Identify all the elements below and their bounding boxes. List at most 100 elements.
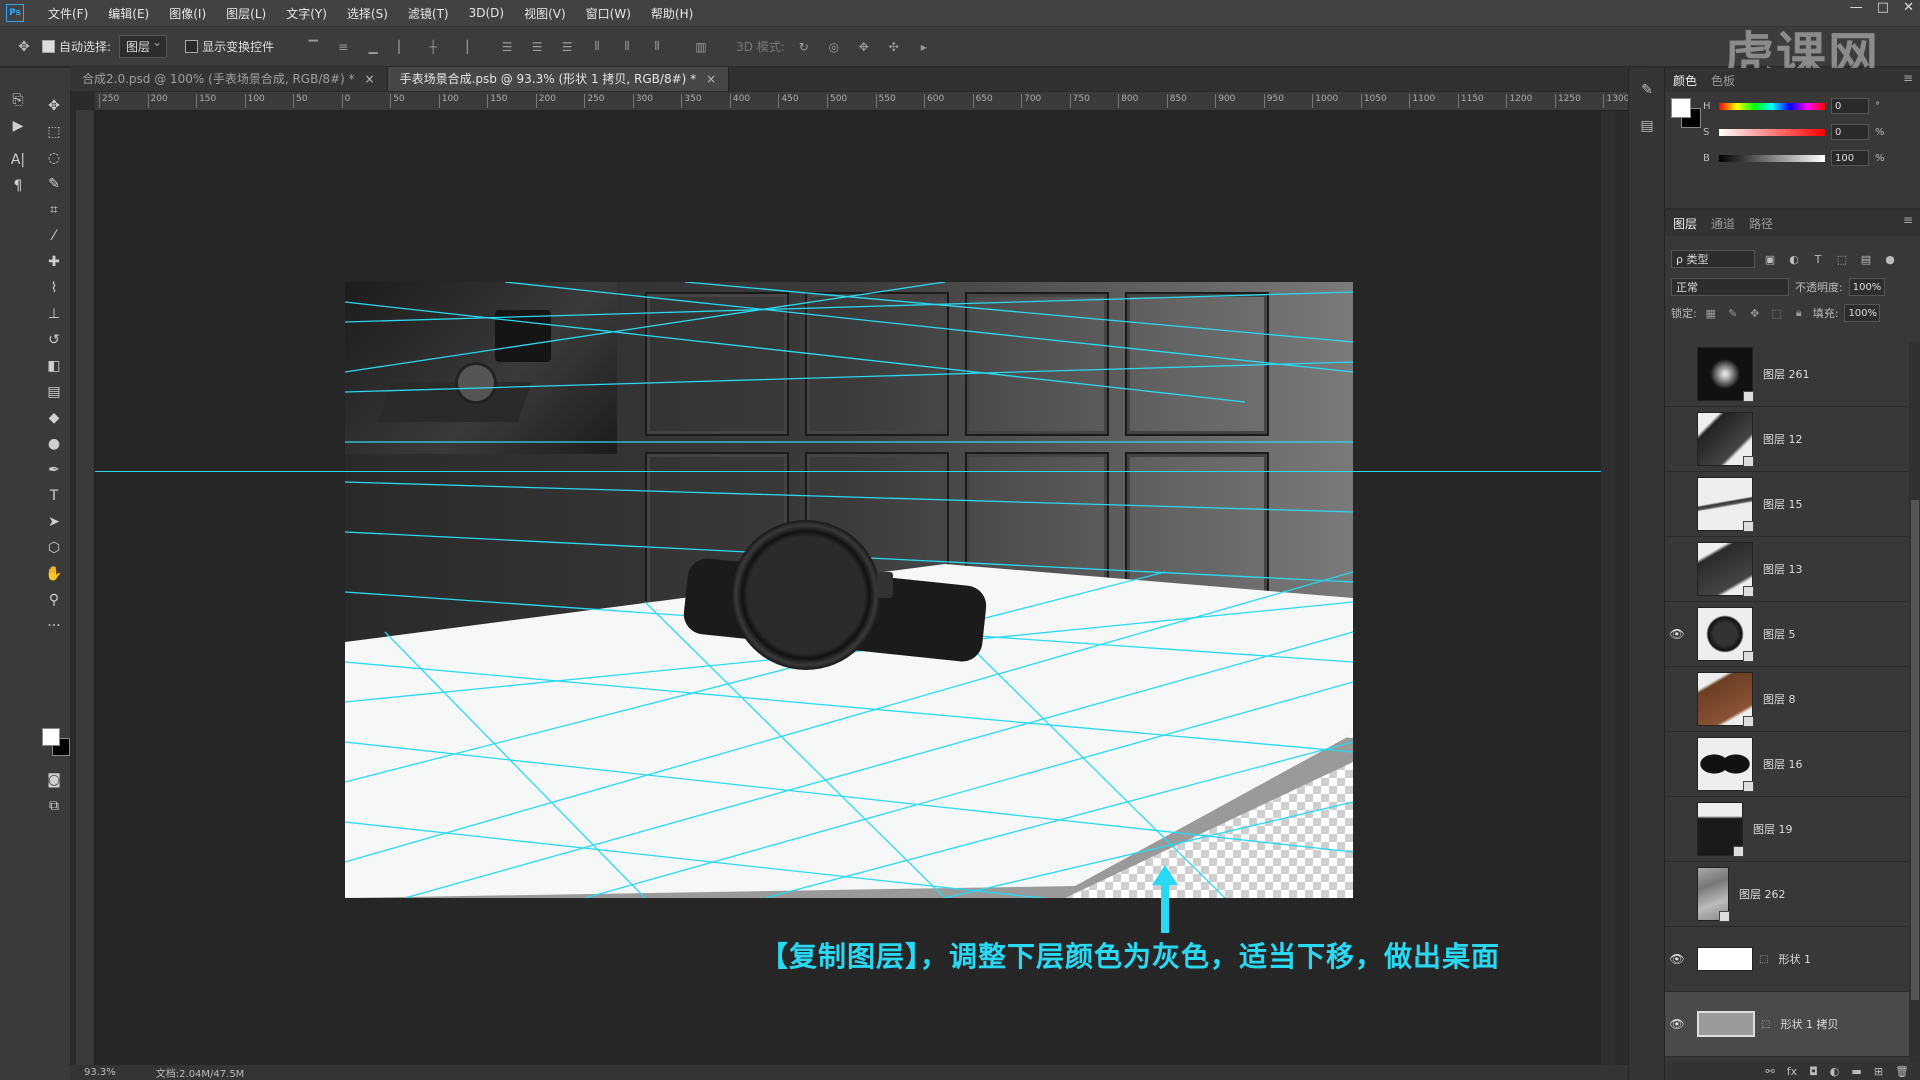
auto-select-target-dropdown[interactable]: 图层: [119, 35, 168, 58]
mask-icon[interactable]: ◘: [1809, 1065, 1818, 1078]
layers-scrollbar-thumb[interactable]: [1911, 500, 1919, 1000]
3d-pan-icon[interactable]: ✥: [853, 40, 875, 54]
dodge-tool-icon[interactable]: ●: [42, 432, 66, 456]
layer-row[interactable]: 图层 15: [1665, 472, 1909, 537]
blend-mode-dropdown[interactable]: 正常: [1671, 278, 1789, 296]
lock-artboard-icon[interactable]: ⬚: [1769, 307, 1785, 320]
more-tools-icon[interactable]: ···: [42, 614, 66, 638]
distribute-vcenter-icon[interactable]: ☰: [526, 40, 548, 54]
shape-tool-icon[interactable]: ⬡: [42, 536, 66, 560]
screen-mode-icon[interactable]: ⧉: [42, 794, 66, 818]
pen-tool-icon[interactable]: ✒: [42, 458, 66, 482]
lock-image-icon[interactable]: ✎: [1725, 307, 1741, 320]
move-tool-icon[interactable]: ✥: [42, 94, 66, 118]
lock-all-icon[interactable]: 🔒︎: [1791, 306, 1807, 320]
brush-settings-icon[interactable]: ✎: [1629, 76, 1665, 104]
menu-view[interactable]: 视图(V): [514, 5, 576, 22]
trash-icon[interactable]: 🗑︎: [1895, 1065, 1909, 1078]
align-hcenter-icon[interactable]: ┼: [422, 40, 444, 54]
vertical-scrollbar[interactable]: [1601, 111, 1615, 1065]
menu-3d[interactable]: 3D(D): [459, 6, 514, 20]
panel-menu-icon[interactable]: ≡: [1903, 71, 1913, 85]
tab-layers[interactable]: 图层: [1673, 215, 1697, 232]
gradient-tool-icon[interactable]: ▤: [42, 380, 66, 404]
align-vcenter-icon[interactable]: ≡: [332, 40, 354, 54]
checkbox-icon[interactable]: [42, 40, 55, 53]
character-icon[interactable]: A|: [6, 148, 30, 172]
menu-window[interactable]: 窗口(W): [576, 5, 641, 22]
align-right-icon[interactable]: ▕: [452, 40, 474, 54]
layer-row-selected[interactable]: 👁︎ ⬚ 形状 1 拷贝: [1665, 992, 1909, 1057]
saturation-value[interactable]: 0: [1831, 124, 1869, 140]
eraser-tool-icon[interactable]: ◧: [42, 354, 66, 378]
distribute-hcenter-icon[interactable]: ⫴: [616, 39, 638, 54]
minimize-button[interactable]: —: [1850, 0, 1863, 15]
maximize-button[interactable]: □: [1877, 0, 1889, 15]
fx-icon[interactable]: fx: [1787, 1065, 1797, 1078]
actions-play-icon[interactable]: ▶: [6, 114, 30, 138]
type-tool-icon[interactable]: T: [42, 484, 66, 508]
folder-icon[interactable]: ▬: [1851, 1065, 1861, 1078]
layer-filter-dropdown[interactable]: ρ 类型: [1671, 250, 1755, 268]
distribute-top-icon[interactable]: ☰: [496, 40, 518, 54]
3d-rotate-icon[interactable]: ↻: [793, 40, 815, 54]
align-top-icon[interactable]: ▔: [302, 40, 324, 54]
hue-value[interactable]: 0: [1831, 98, 1869, 114]
layer-row[interactable]: 图层 16: [1665, 732, 1909, 797]
filter-type-icon[interactable]: T: [1809, 253, 1827, 266]
menu-filter[interactable]: 滤镜(T): [398, 5, 459, 22]
layer-row[interactable]: 图层 8: [1665, 667, 1909, 732]
clone-stamp-tool-icon[interactable]: ⊥: [42, 302, 66, 326]
eye-icon[interactable]: 👁︎: [1665, 952, 1689, 966]
menu-select[interactable]: 选择(S): [337, 5, 398, 22]
properties-icon[interactable]: ▤: [1629, 112, 1665, 140]
paragraph-icon[interactable]: ¶: [6, 174, 30, 198]
layer-row[interactable]: 👁︎ 图层 5: [1665, 602, 1909, 667]
healing-brush-tool-icon[interactable]: ✚: [42, 250, 66, 274]
eye-icon[interactable]: 👁︎: [1665, 1017, 1689, 1031]
horizontal-ruler[interactable]: 250 200 150 100 50 0 50 100 150 200 250 300 350 400 45…: [95, 92, 1648, 111]
vertical-ruler[interactable]: [76, 110, 95, 1070]
layer-row[interactable]: 图层 19: [1665, 797, 1909, 862]
history-brush-tool-icon[interactable]: ↺: [42, 328, 66, 352]
distribute-bottom-icon[interactable]: ☰: [556, 40, 578, 54]
tab-color[interactable]: 颜色: [1673, 72, 1697, 89]
document-size[interactable]: 文档:2.04M/47.5M: [156, 1065, 245, 1080]
layer-row[interactable]: 图层 12: [1665, 407, 1909, 472]
path-select-tool-icon[interactable]: ➤: [42, 510, 66, 534]
menu-layer[interactable]: 图层(L): [216, 5, 276, 22]
hue-slider[interactable]: [1719, 102, 1825, 110]
lock-transparent-icon[interactable]: ▦: [1703, 307, 1719, 320]
layer-row[interactable]: 图层 13: [1665, 537, 1909, 602]
checkbox-icon[interactable]: [185, 40, 199, 53]
filter-shape-icon[interactable]: ⬚: [1833, 253, 1851, 266]
menu-help[interactable]: 帮助(H): [641, 5, 703, 22]
auto-select-checkbox[interactable]: 自动选择:: [42, 38, 111, 55]
horizontal-guide[interactable]: [95, 471, 1601, 472]
menu-type[interactable]: 文字(Y): [276, 5, 337, 22]
tab-channels[interactable]: 通道: [1711, 215, 1735, 232]
3d-scale-icon[interactable]: ▸: [913, 40, 935, 54]
tab-document-2[interactable]: 手表场景合成.psb @ 93.3% (形状 1 拷贝, RGB/8#) * ×: [387, 67, 730, 91]
close-icon[interactable]: ×: [365, 72, 375, 86]
crop-tool-icon[interactable]: ⌗: [42, 198, 66, 222]
quick-mask-icon[interactable]: ◙: [42, 768, 66, 792]
distribute-left-icon[interactable]: ⫴: [586, 39, 608, 54]
foreground-color-swatch[interactable]: [42, 728, 60, 746]
menu-image[interactable]: 图像(I): [159, 5, 216, 22]
distribute-right-icon[interactable]: ⫴: [646, 39, 668, 54]
menu-file[interactable]: 文件(F): [38, 5, 98, 22]
align-bottom-icon[interactable]: ▁: [362, 40, 384, 54]
menu-edit[interactable]: 编辑(E): [98, 5, 159, 22]
zoom-tool-icon[interactable]: ⚲: [42, 588, 66, 612]
brightness-value[interactable]: 100: [1831, 150, 1869, 166]
adjustment-icon[interactable]: ◐: [1830, 1065, 1840, 1078]
photoshop-logo-icon[interactable]: Ps: [6, 4, 24, 22]
quick-select-tool-icon[interactable]: ✎: [42, 172, 66, 196]
new-layer-icon[interactable]: ⊞: [1874, 1065, 1883, 1078]
align-left-icon[interactable]: ▏: [392, 40, 414, 54]
show-transform-checkbox[interactable]: 显示变换控件: [185, 38, 274, 55]
close-window-button[interactable]: ✕: [1903, 0, 1914, 15]
auto-align-icon[interactable]: ▥: [690, 40, 712, 54]
3d-roll-icon[interactable]: ◎: [823, 40, 845, 54]
